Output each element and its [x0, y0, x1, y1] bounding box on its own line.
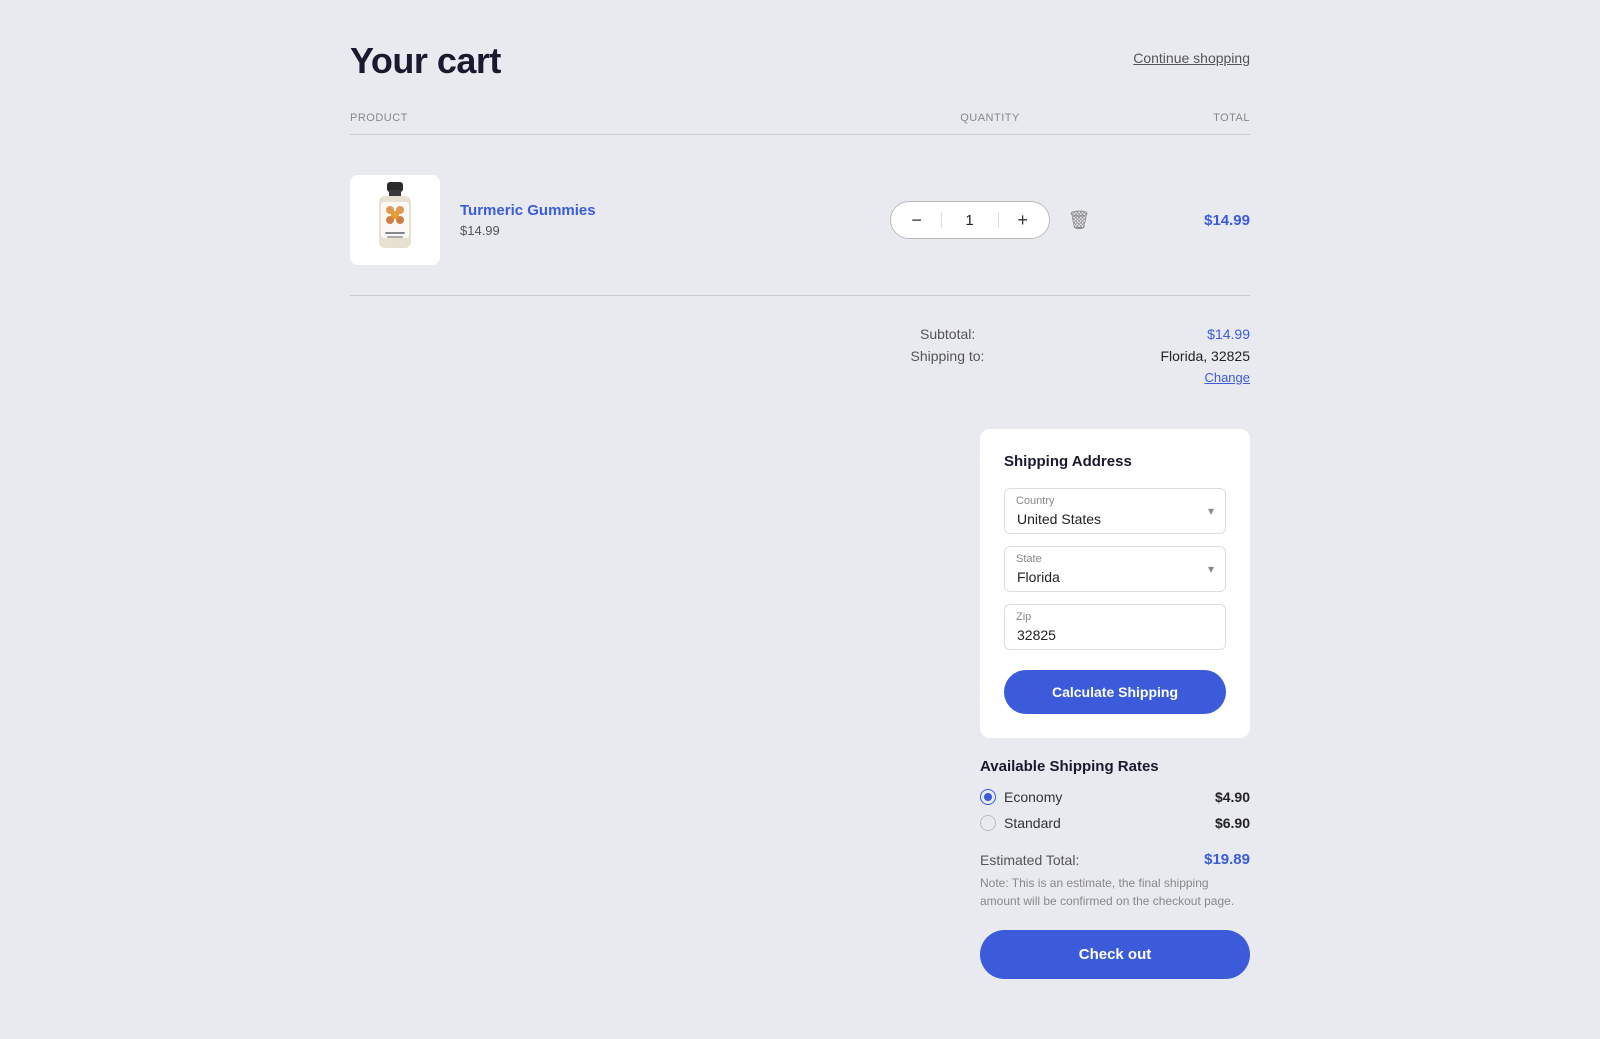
calculate-shipping-button[interactable]: Calculate Shipping	[1004, 670, 1226, 714]
economy-radio[interactable]	[980, 789, 996, 805]
zip-input[interactable]	[1004, 604, 1226, 650]
shipping-address-box: Shipping Address Country United States C…	[980, 429, 1250, 738]
quantity-input[interactable]	[950, 212, 990, 229]
summary-section: Subtotal: $14.99 Shipping to: Florida, 3…	[350, 326, 1250, 979]
standard-label: Standard	[1004, 815, 1061, 831]
shipping-location: Florida, 32825	[1160, 348, 1250, 364]
cart-item-row: Turmeric Gummies $14.99 − + 🗑 $14.99	[350, 155, 1250, 285]
country-label: Country	[1016, 495, 1055, 507]
quantity-cell: − + 🗑	[890, 201, 1090, 239]
change-shipping-link[interactable]: Change	[1204, 370, 1250, 385]
shipping-rates-box: Available Shipping Rates Economy $4.90	[980, 758, 1250, 831]
economy-price: $4.90	[1215, 789, 1250, 805]
standard-radio[interactable]	[980, 815, 996, 831]
product-unit-price: $14.99	[460, 223, 596, 238]
estimated-total-value: $19.89	[1204, 851, 1250, 868]
subtotal-label: Subtotal:	[920, 326, 1170, 342]
col-quantity-label: QUANTITY	[890, 112, 1090, 124]
shipping-address-title: Shipping Address	[1004, 453, 1226, 470]
economy-label: Economy	[1004, 789, 1062, 805]
checkout-button[interactable]: Check out	[980, 930, 1250, 979]
state-label: State	[1016, 553, 1042, 565]
product-image	[350, 175, 440, 265]
estimate-note: Note: This is an estimate, the final shi…	[980, 874, 1250, 910]
continue-shopping-link[interactable]: Continue shopping	[1133, 50, 1250, 66]
col-product-label: PRODUCT	[350, 112, 890, 124]
increase-quantity-button[interactable]: +	[1007, 204, 1039, 236]
cart-divider	[350, 295, 1250, 296]
subtotal-value: $14.99	[1170, 326, 1250, 342]
estimated-total-label: Estimated Total:	[980, 852, 1079, 868]
item-total-price: $14.99	[1090, 212, 1250, 229]
delete-item-button[interactable]: 🗑	[1068, 210, 1091, 231]
col-total-label: TOTAL	[1090, 112, 1250, 124]
page-title: Your cart	[350, 40, 501, 82]
product-cell: Turmeric Gummies $14.99	[350, 175, 890, 265]
product-name: Turmeric Gummies	[460, 202, 596, 219]
decrease-quantity-button[interactable]: −	[901, 204, 933, 236]
shipping-rates-title: Available Shipping Rates	[980, 758, 1250, 775]
shipping-to-label: Shipping to:	[910, 348, 1160, 364]
rate-row-economy: Economy $4.90	[980, 789, 1250, 805]
rate-row-standard: Standard $6.90	[980, 815, 1250, 831]
zip-label: Zip	[1016, 611, 1031, 623]
estimated-total-row: Estimated Total: $19.89	[980, 851, 1250, 868]
standard-price: $6.90	[1215, 815, 1250, 831]
